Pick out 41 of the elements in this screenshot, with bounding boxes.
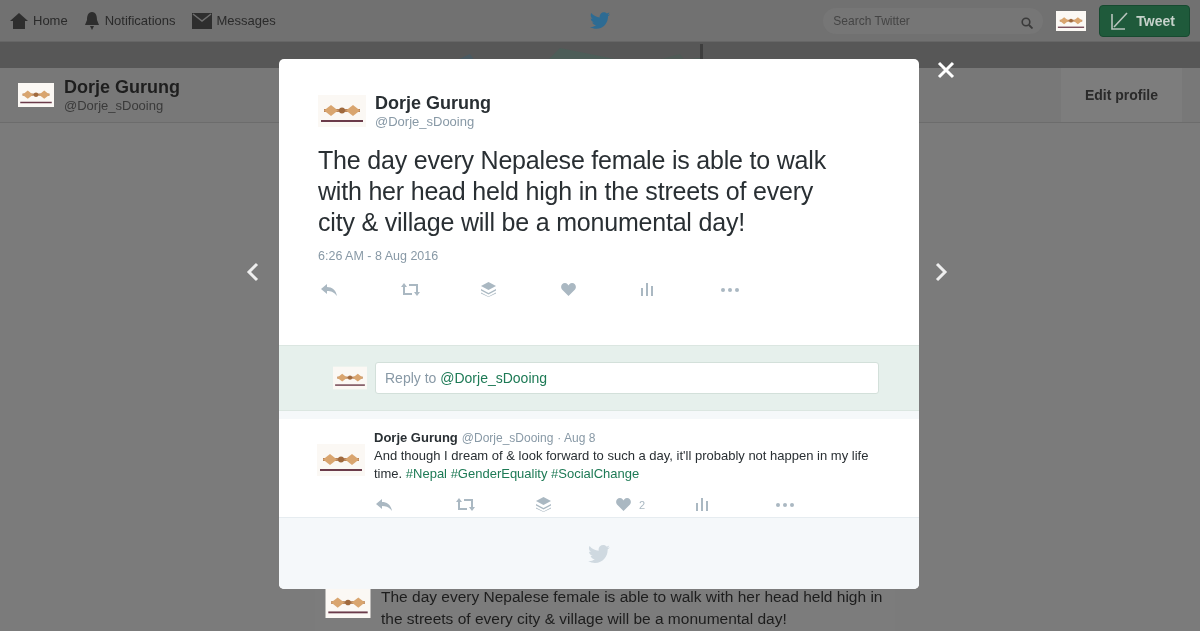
hashtag-link[interactable]: #Nepal [405, 466, 447, 481]
heart-icon[interactable] [561, 283, 576, 296]
author-name[interactable]: Dorje Gurung [374, 430, 458, 445]
profile-name: Dorje Gurung [64, 77, 180, 98]
edit-profile-button[interactable]: Edit profile [1060, 68, 1182, 122]
layers-icon[interactable] [481, 282, 496, 297]
author-handle[interactable]: @Dorje_sDooing [461, 431, 554, 445]
home-icon [10, 12, 28, 29]
stats-icon[interactable] [696, 498, 708, 511]
heart-icon[interactable] [616, 498, 631, 511]
compose-icon [1110, 11, 1131, 30]
retweet-icon[interactable] [401, 283, 420, 296]
tweet-date[interactable]: · Aug 8 [557, 431, 596, 445]
like-count: 2 [639, 498, 646, 511]
nav-link[interactable]: Home [10, 11, 68, 30]
reply-field[interactable]: Reply to @Dorje_sDooing [375, 362, 879, 394]
more-icon[interactable] [721, 287, 739, 292]
bird-icon [588, 544, 610, 563]
reply-icon[interactable] [376, 498, 392, 511]
bird-logo-icon[interactable] [590, 12, 610, 29]
layers-icon[interactable] [536, 497, 551, 512]
stats-icon[interactable] [641, 283, 653, 296]
nav-link[interactable]: Messages [191, 11, 276, 30]
search-icon[interactable] [1021, 16, 1034, 29]
reply-text: And though I dream of & look forward to such a day, it'll probably not happen in my life time. #Nepal #GenderEquality #SocialChange [374, 447, 870, 483]
more-icon[interactable] [776, 502, 794, 507]
hashtag-link[interactable]: #SocialChange [551, 466, 640, 481]
retweet-icon[interactable] [456, 498, 475, 511]
tweet-text: The day every Nepalese female is able to walk with her head held high in the streets of every city & village will be a monumental day! [318, 145, 827, 238]
tweet-timestamp[interactable]: 6:26 AM - 8 Aug 2016 [318, 249, 439, 263]
hashtag-link[interactable]: #GenderEquality [450, 466, 548, 481]
tweet-button[interactable]: Tweet [1099, 4, 1190, 37]
nav-link[interactable]: Notifications [83, 11, 176, 30]
author-name[interactable]: Dorje Gurung [375, 93, 491, 114]
envelope-icon [191, 12, 212, 29]
profile-handle: @Dorje_sDooing [64, 98, 165, 113]
author-handle[interactable]: @Dorje_sDooing [375, 114, 491, 129]
reply-icon[interactable] [321, 283, 337, 296]
bell-icon [83, 11, 100, 30]
tweet-text: The day every Nepalese female is able to walk with her head held high in the streets of every city & village will be a monumental day! [381, 587, 884, 629]
close-icon[interactable] [937, 61, 955, 79]
